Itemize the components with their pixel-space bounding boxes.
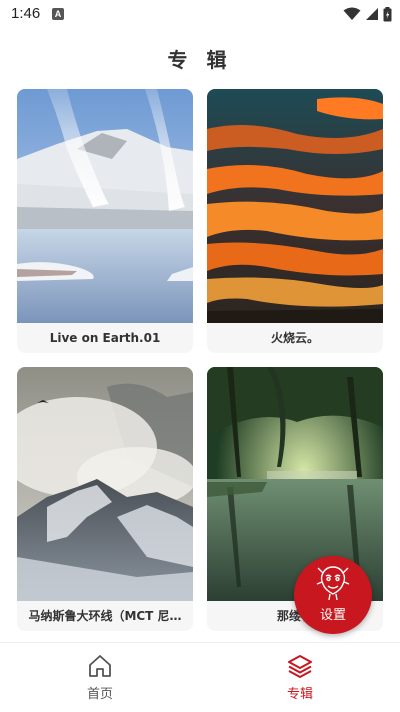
status-bar: 1:46 A [0,0,400,28]
page-title: 专 辑 [167,48,233,72]
status-time: 1:46 [11,5,41,22]
layers-icon [288,655,312,678]
settings-label: 设置 [319,608,346,623]
nav-item-albums[interactable]: 专辑 [250,653,350,705]
album-title: Live on Earth.01 [49,331,161,345]
notification-icon: A [52,8,64,20]
signal-icon [366,8,378,20]
album-card[interactable]: 马纳斯鲁大环线（MCT 尼… [17,367,193,631]
nav-label-albums: 专辑 [286,687,313,702]
wifi-icon [343,7,361,20]
status-icons [343,6,392,22]
settings-fab-button[interactable]: 设置 [294,556,372,634]
album-title: 火烧云。 [270,331,319,345]
album-card[interactable]: 火烧云。 [207,89,383,353]
album-cover-image [207,89,383,323]
nav-item-home[interactable]: 首页 [50,653,150,705]
album-card[interactable]: Live on Earth.01 [17,89,193,353]
album-title: 马纳斯鲁大环线（MCT 尼… [28,609,182,623]
dragon-mask-icon [316,566,350,601]
album-cover-image [17,367,193,601]
home-icon [89,655,111,677]
nav-label-home: 首页 [86,687,113,702]
battery-icon [383,6,392,21]
album-cover-image [17,89,193,323]
bottom-navigation: 首页 专辑 [0,642,400,712]
